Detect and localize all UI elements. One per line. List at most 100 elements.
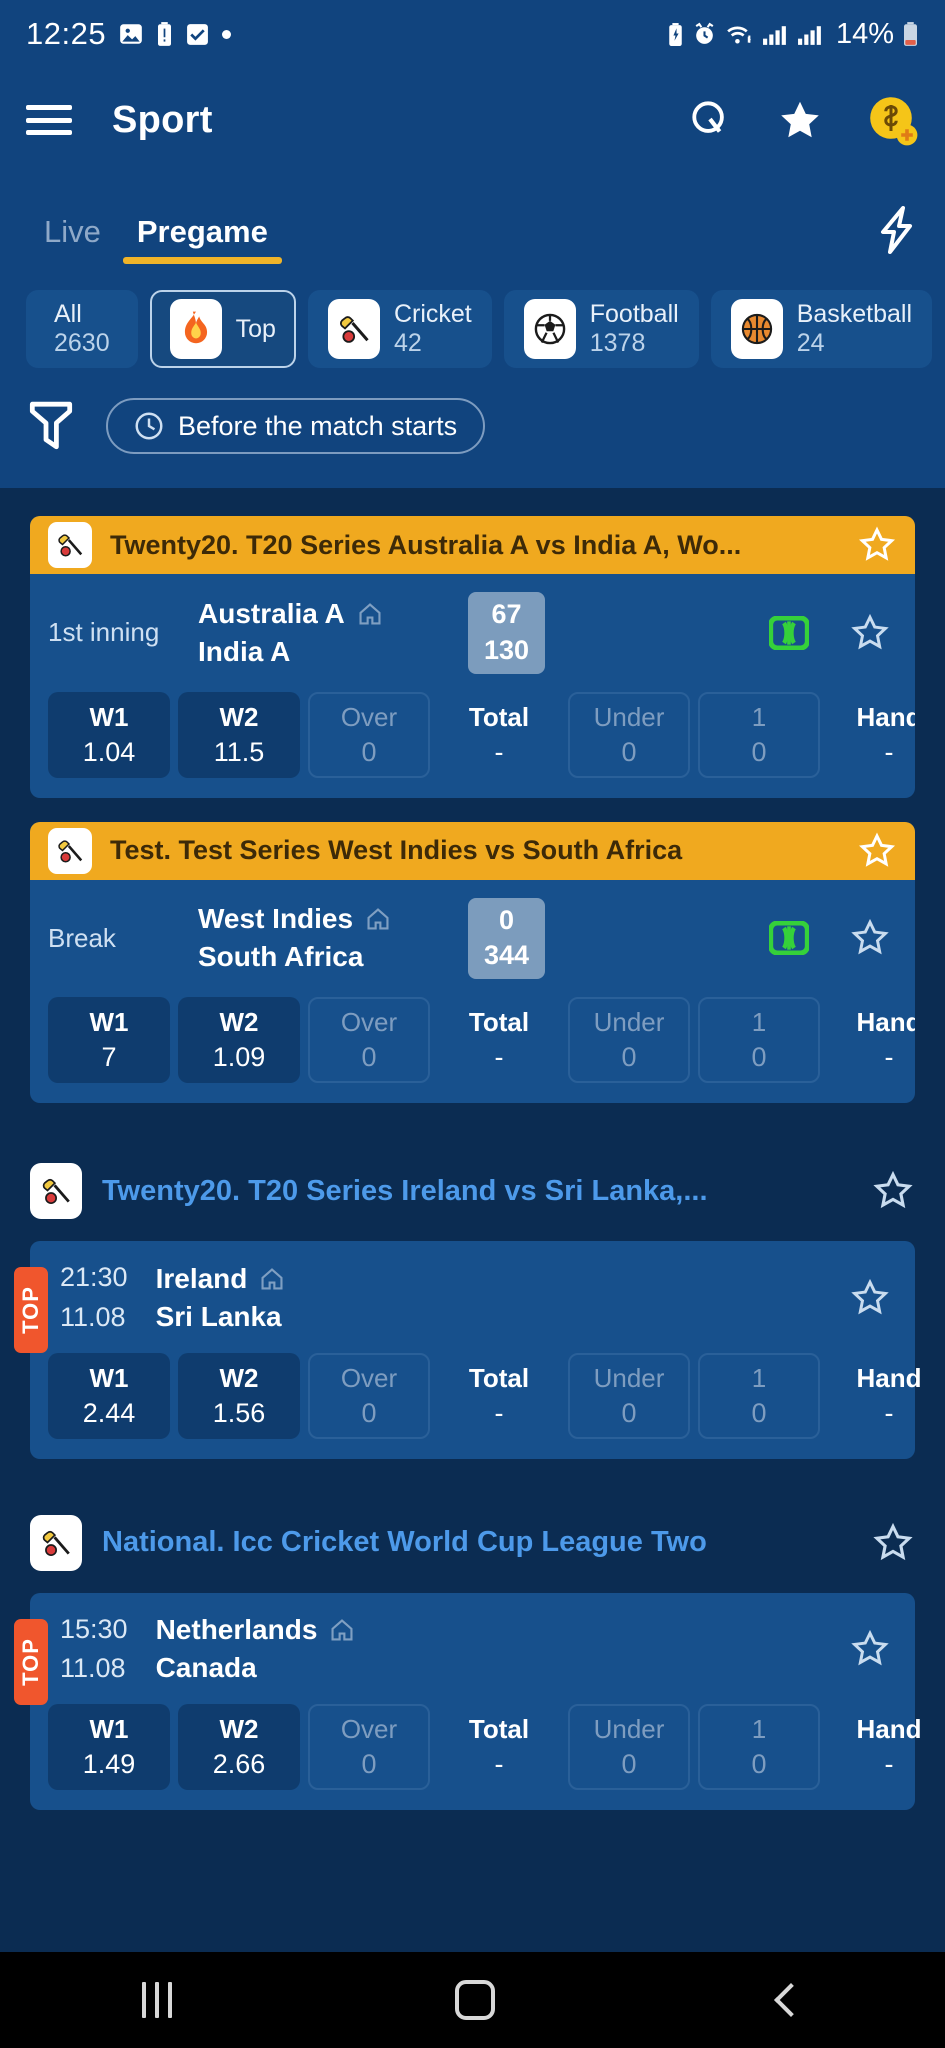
odd-under[interactable]: Under 0 — [568, 997, 690, 1083]
sport-chip-football[interactable]: Football 1378 — [503, 290, 699, 368]
match-row[interactable]: 15:30 11.08 Netherlands Canada — [30, 1593, 915, 1693]
cricket-icon — [327, 299, 380, 359]
away-team: South Africa — [198, 941, 448, 973]
live-match-card[interactable]: Twenty20. T20 Series Australia A vs Indi… — [30, 516, 915, 798]
star-outline-icon[interactable] — [849, 1628, 891, 1670]
league-title: Test. Test Series West Indies vs South A… — [110, 835, 683, 865]
league-link-row[interactable]: Twenty20. T20 Series Ireland vs Sri Lank… — [0, 1137, 945, 1241]
team-names: West Indies South Africa — [198, 903, 448, 973]
home-icon — [329, 1617, 355, 1643]
hamburger-menu-icon[interactable] — [26, 105, 72, 135]
star-outline-icon[interactable] — [849, 917, 891, 959]
sport-chip-cricket[interactable]: Cricket 42 — [307, 290, 492, 368]
funnel-filter-icon[interactable] — [26, 399, 76, 453]
odd-under[interactable]: Under 0 — [568, 1352, 690, 1439]
league-title-link[interactable]: National. Icc Cricket World Cup League T… — [102, 1526, 851, 1559]
sport-chip-label: All — [54, 300, 82, 329]
odd-one[interactable]: 1 0 — [698, 997, 820, 1083]
score-away: 344 — [484, 940, 530, 971]
odds-row[interactable]: W1 2.44 W2 1.56 Over 0 Total - Under 0 1… — [30, 1341, 922, 1459]
sport-chip-top[interactable]: Top — [149, 290, 296, 368]
odd-under[interactable]: Under 0 — [568, 691, 690, 778]
home-team-label: West Indies — [198, 903, 354, 935]
match-row[interactable]: 1st inning Australia A India A 67 130 — [30, 574, 915, 680]
team-names: Netherlands Canada — [156, 1614, 406, 1684]
pregame-event-group: National. Icc Cricket World Cup League T… — [0, 1489, 945, 1810]
star-outline-icon[interactable] — [849, 612, 891, 654]
league-title-link[interactable]: Twenty20. T20 Series Ireland vs Sri Lank… — [102, 1175, 851, 1208]
star-outline-icon[interactable] — [857, 525, 897, 565]
league-header[interactable]: Twenty20. T20 Series Australia A vs Indi… — [30, 516, 915, 574]
home-icon — [365, 906, 391, 932]
basketball-icon — [730, 299, 783, 359]
odd-w2[interactable]: W2 2.66 — [178, 1704, 300, 1790]
home-team: Netherlands — [156, 1614, 406, 1646]
dot-icon — [222, 29, 232, 39]
away-team: Sri Lanka — [156, 1301, 406, 1333]
odds-row[interactable]: W1 1.04 W2 11.5 Over 0 Total - Under 0 1… — [30, 680, 915, 798]
odd-over[interactable]: Over 0 — [308, 1352, 430, 1439]
star-outline-icon[interactable] — [871, 1521, 915, 1565]
odd-total: Total - — [468, 1362, 530, 1428]
live-match-card[interactable]: Test. Test Series West Indies vs South A… — [30, 821, 915, 1103]
sport-chip-all[interactable]: All 2630 — [26, 290, 138, 368]
search-icon[interactable] — [687, 97, 733, 143]
home-team-label: Netherlands — [155, 1614, 318, 1646]
star-outline-icon[interactable] — [849, 1277, 891, 1319]
back-chevron-icon[interactable] — [774, 1983, 809, 2017]
app-bar: Sport — [0, 68, 945, 172]
match-row[interactable]: 21:30 11.08 Ireland Sri Lanka — [30, 1241, 915, 1341]
match-status: 1st inning — [48, 617, 160, 648]
recents-icon[interactable] — [141, 1982, 172, 2018]
events-list[interactable]: Twenty20. T20 Series Australia A vs Indi… — [0, 488, 945, 1952]
odd-w2[interactable]: W2 1.09 — [178, 997, 300, 1083]
status-badge: TOP — [14, 1618, 48, 1705]
pitch-stats-icon[interactable] — [769, 921, 809, 956]
lightning-bolt-icon[interactable] — [875, 206, 919, 272]
league-header[interactable]: Test. Test Series West Indies vs South A… — [30, 821, 915, 880]
football-icon — [523, 299, 576, 359]
add-funds-coin-icon[interactable] — [867, 94, 919, 146]
odd-over[interactable]: Over 0 — [308, 997, 430, 1083]
tab-live[interactable]: Live — [26, 214, 119, 272]
odd-w2[interactable]: W2 11.5 — [178, 691, 300, 778]
match-row[interactable]: Break West Indies South Africa 0 344 — [30, 880, 915, 986]
match-status: Break — [48, 922, 116, 953]
away-team-label: Canada — [155, 1652, 257, 1684]
sport-chip-label: Cricket — [393, 300, 472, 329]
match-datetime: 15:30 11.08 — [60, 1613, 128, 1687]
odd-over[interactable]: Over 0 — [308, 1704, 430, 1790]
odd-over[interactable]: Over 0 — [308, 691, 430, 778]
odds-row[interactable]: W1 1.49 W2 2.66 Over 0 Total - Under 0 1… — [30, 1692, 922, 1810]
odd-w1[interactable]: W1 2.44 — [48, 1352, 170, 1439]
league-link-row[interactable]: National. Icc Cricket World Cup League T… — [0, 1489, 945, 1593]
favorites-star-icon[interactable] — [777, 97, 823, 143]
odd-under[interactable]: Under 0 — [568, 1704, 690, 1790]
star-outline-icon[interactable] — [871, 1169, 915, 1213]
sport-chip-basketball[interactable]: Basketball 24 — [710, 290, 933, 368]
odd-w1[interactable]: W1 7 — [48, 997, 170, 1083]
odd-w2[interactable]: W2 1.56 — [178, 1352, 300, 1439]
away-team-label: India A — [198, 635, 291, 667]
pregame-match-card[interactable]: TOP 21:30 11.08 Ireland Sri Lanka W1 2.4… — [14, 1241, 922, 1459]
time-filter-pill[interactable]: Before the match starts — [106, 398, 486, 454]
tab-bar: Live Pregame — [0, 172, 945, 272]
odd-w1[interactable]: W1 1.04 — [48, 691, 170, 778]
match-time: 15:30 — [60, 1613, 128, 1644]
odd-w1[interactable]: W1 1.49 — [48, 1704, 170, 1790]
star-outline-icon[interactable] — [857, 831, 897, 871]
odd-one[interactable]: 1 0 — [698, 691, 820, 778]
odd-one[interactable]: 1 0 — [698, 1352, 820, 1439]
sport-chip-count: 2630 — [54, 329, 110, 357]
sport-chip-label: Basketball — [796, 300, 913, 329]
odd-one[interactable]: 1 0 — [698, 1704, 820, 1790]
tab-pregame[interactable]: Pregame — [119, 214, 286, 272]
odd-total: Total - — [468, 1007, 530, 1072]
signal-bars-icon — [762, 22, 789, 47]
team-names: Australia A India A — [198, 598, 448, 668]
pitch-stats-icon[interactable] — [769, 615, 809, 650]
battery-icon — [902, 21, 919, 47]
home-square-icon[interactable] — [455, 1980, 496, 2020]
odds-row[interactable]: W1 7 W2 1.09 Over 0 Total - Under 0 1 0 … — [30, 985, 915, 1103]
pregame-match-card[interactable]: TOP 15:30 11.08 Netherlands Canada W1 1.… — [14, 1592, 922, 1810]
